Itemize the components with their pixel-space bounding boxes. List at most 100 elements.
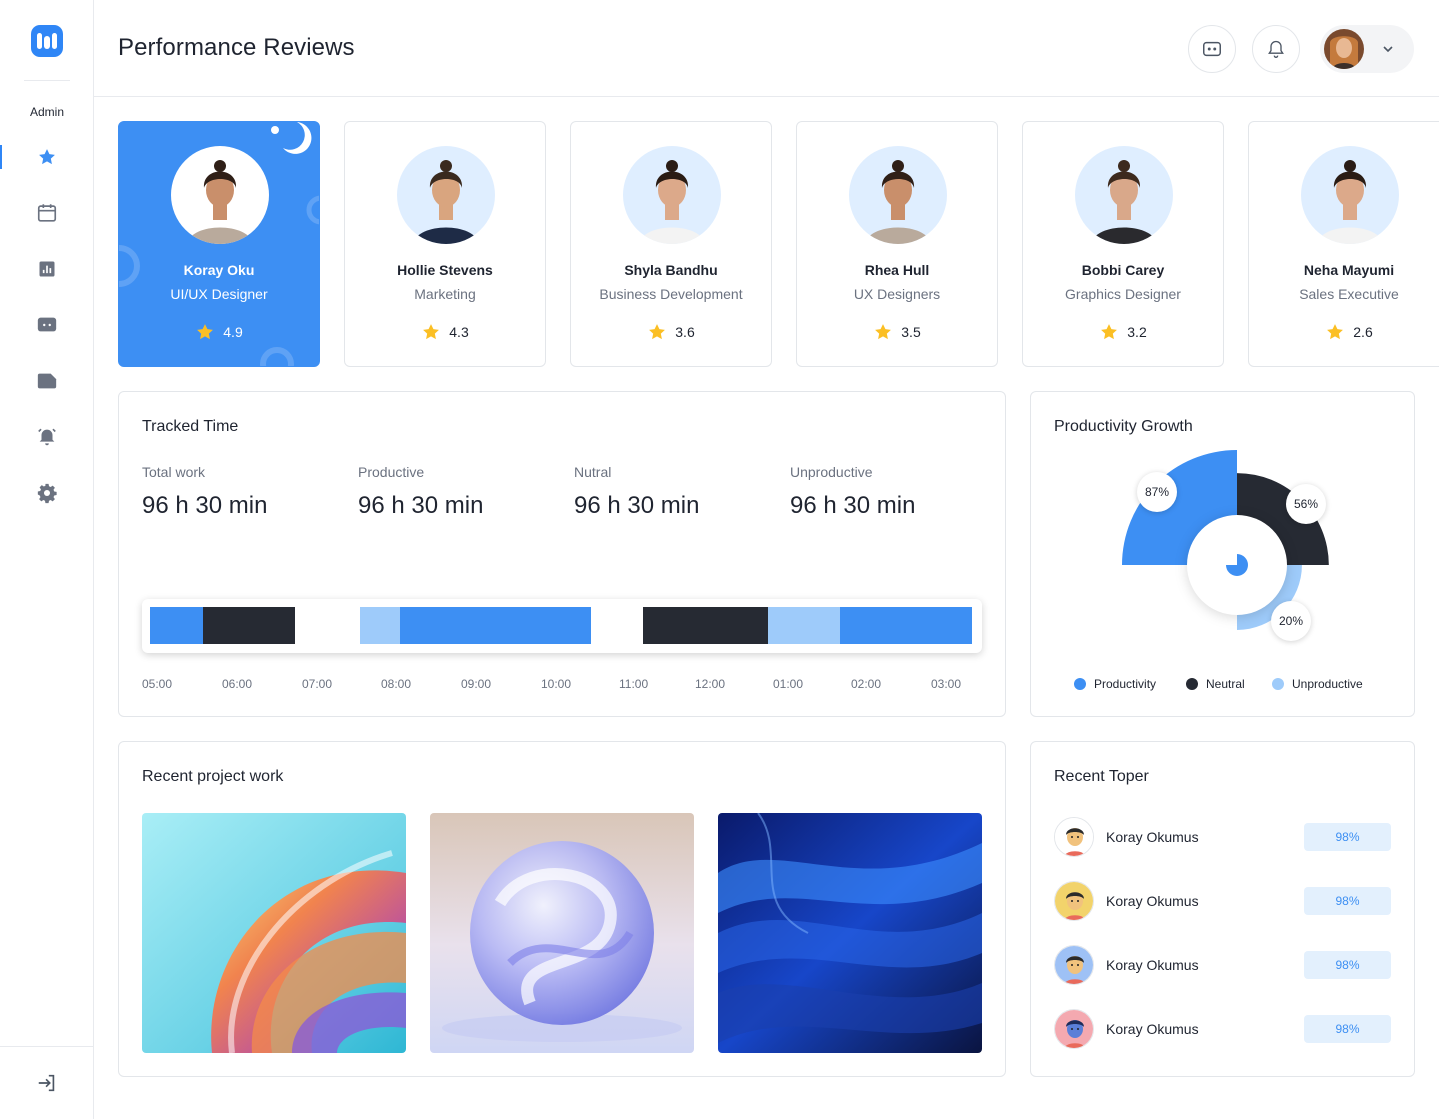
toper-name: Koray Okumus (1106, 1021, 1199, 1037)
employee-card[interactable]: Koray Oku UI/UX Designer 4.9 (118, 121, 320, 367)
timeline-segment-neutral[interactable] (202, 607, 295, 644)
employee-avatar (171, 146, 269, 244)
employee-rating-value: 2.6 (1353, 324, 1373, 340)
timeline-segment-neutral[interactable] (643, 607, 769, 644)
time-tick: 10:00 (541, 677, 572, 691)
legend-dot-neutral (1186, 678, 1198, 690)
legend-label-unproductive: Unproductive (1292, 677, 1363, 691)
toper-row[interactable]: Koray Okumus 98% (1054, 1009, 1391, 1049)
glass-sphere-image (430, 813, 694, 1053)
employee-name: Neha Mayumi (1303, 262, 1395, 278)
sidebar-item-reports[interactable] (0, 255, 94, 283)
glass-swirl-image (142, 813, 406, 1053)
sidebar-divider (24, 80, 70, 81)
topers-title: Recent Toper (1054, 768, 1149, 785)
star-icon (197, 324, 214, 340)
employee-rating: 3.2 (1023, 322, 1223, 342)
star-icon (39, 149, 55, 165)
employee-name: Shyla Bandhu (624, 262, 718, 278)
toper-avatar (1054, 1009, 1094, 1049)
project-image-1[interactable] (142, 813, 406, 1053)
employee-card[interactable]: Hollie Stevens Marketing 4.3 (344, 121, 546, 367)
blue-waves-image (718, 813, 982, 1053)
legend-neutral: Neutral (1186, 677, 1245, 691)
metric-value-total: 96 h 30 min (142, 492, 268, 519)
badge-unproductive: 20% (1271, 601, 1311, 641)
legend-dot-productivity (1074, 678, 1086, 690)
employee-rating: 3.6 (571, 322, 771, 342)
page-title: Performance Reviews (118, 34, 355, 61)
user-avatar (1324, 29, 1364, 69)
profile-menu[interactable] (1320, 25, 1414, 73)
tracked-time-card (118, 391, 1006, 717)
sidebar-item-alerts[interactable] (0, 423, 94, 451)
time-tick: 03:00 (931, 677, 962, 691)
logout-icon (38, 1074, 55, 1092)
toper-score-badge: 98% (1304, 1015, 1391, 1043)
projects-title: Recent project work (142, 768, 284, 785)
employee-card[interactable]: Neha Mayumi Sales Executive 2.6 (1248, 121, 1439, 367)
metric-label-unproductive: Unproductive (790, 464, 873, 480)
notifications-button[interactable] (1252, 25, 1300, 73)
timeline-segment-productive[interactable] (150, 607, 203, 644)
badge-productivity: 87% (1137, 472, 1177, 512)
toper-score-badge: 98% (1304, 887, 1391, 915)
star-icon (649, 324, 666, 340)
employee-card[interactable]: Shyla Bandhu Business Development 3.6 (570, 121, 772, 367)
employee-card[interactable]: Bobbi Carey Graphics Designer 3.2 (1022, 121, 1224, 367)
metric-value-neutral: 96 h 30 min (574, 492, 700, 519)
project-image-3[interactable] (718, 813, 982, 1053)
app-logo[interactable] (31, 25, 63, 57)
star-icon (423, 324, 440, 340)
folder-icon (37, 373, 57, 389)
employee-role: Graphics Designer (1065, 286, 1181, 302)
time-tick: 11:00 (619, 677, 649, 691)
tracked-time-title: Tracked Time (142, 418, 239, 435)
employee-rating: 4.9 (119, 322, 319, 342)
metric-value-productive: 96 h 30 min (358, 492, 484, 519)
sidebar-item-messages[interactable] (0, 311, 94, 339)
metric-value-unproductive: 96 h 30 min (790, 492, 916, 519)
chart-icon (39, 261, 55, 277)
metric-label-total: Total work (142, 464, 206, 480)
employee-avatar (1301, 146, 1399, 244)
time-tick: 05:00 (142, 677, 173, 691)
logout-button[interactable] (0, 1069, 94, 1097)
employee-rating-value: 4.9 (223, 324, 243, 340)
sidebar-item-settings[interactable] (0, 479, 94, 507)
sidebar-item-reviews[interactable] (0, 143, 94, 171)
toper-row[interactable]: Koray Okumus 98% (1054, 817, 1391, 857)
employee-rating-value: 3.5 (901, 324, 921, 340)
calendar-icon (37, 204, 57, 222)
settings-icon (37, 483, 57, 504)
toper-score-badge: 98% (1304, 951, 1391, 979)
toper-row[interactable]: Koray Okumus 98% (1054, 881, 1391, 921)
sidebar-item-files[interactable] (0, 367, 94, 395)
project-image-2[interactable] (430, 813, 694, 1053)
sidebar-item-calendar[interactable] (0, 199, 94, 227)
time-tick: 08:00 (381, 677, 412, 691)
legend-dot-unproductive (1272, 678, 1284, 690)
messages-button[interactable] (1188, 25, 1236, 73)
timeline-segment-unproductive[interactable] (768, 607, 841, 644)
legend-label-productivity: Productivity (1094, 677, 1157, 691)
timeline-segment-productive[interactable] (399, 607, 591, 644)
employee-name: Rhea Hull (864, 262, 930, 278)
employee-rating-value: 3.2 (1127, 324, 1147, 340)
toper-avatar (1054, 945, 1094, 985)
toper-score-badge: 98% (1304, 823, 1391, 851)
time-tick: 09:00 (461, 677, 492, 691)
employee-card[interactable]: Rhea Hull UX Designers 3.5 (796, 121, 998, 367)
employee-role: Business Development (599, 286, 743, 302)
legend-productivity: Productivity (1074, 677, 1156, 691)
top-bar: Performance Reviews (94, 0, 1439, 97)
chevron-down-icon (1383, 46, 1393, 53)
productivity-title: Productivity Growth (1054, 418, 1193, 435)
star-icon (1327, 324, 1344, 340)
timeline-segment-unproductive[interactable] (360, 607, 400, 644)
time-tracking-bar[interactable] (142, 599, 982, 653)
badge-neutral: 56% (1286, 484, 1326, 524)
toper-row[interactable]: Koray Okumus 98% (1054, 945, 1391, 985)
timeline-segment-productive[interactable] (840, 607, 972, 644)
employee-role: Sales Executive (1299, 286, 1399, 302)
